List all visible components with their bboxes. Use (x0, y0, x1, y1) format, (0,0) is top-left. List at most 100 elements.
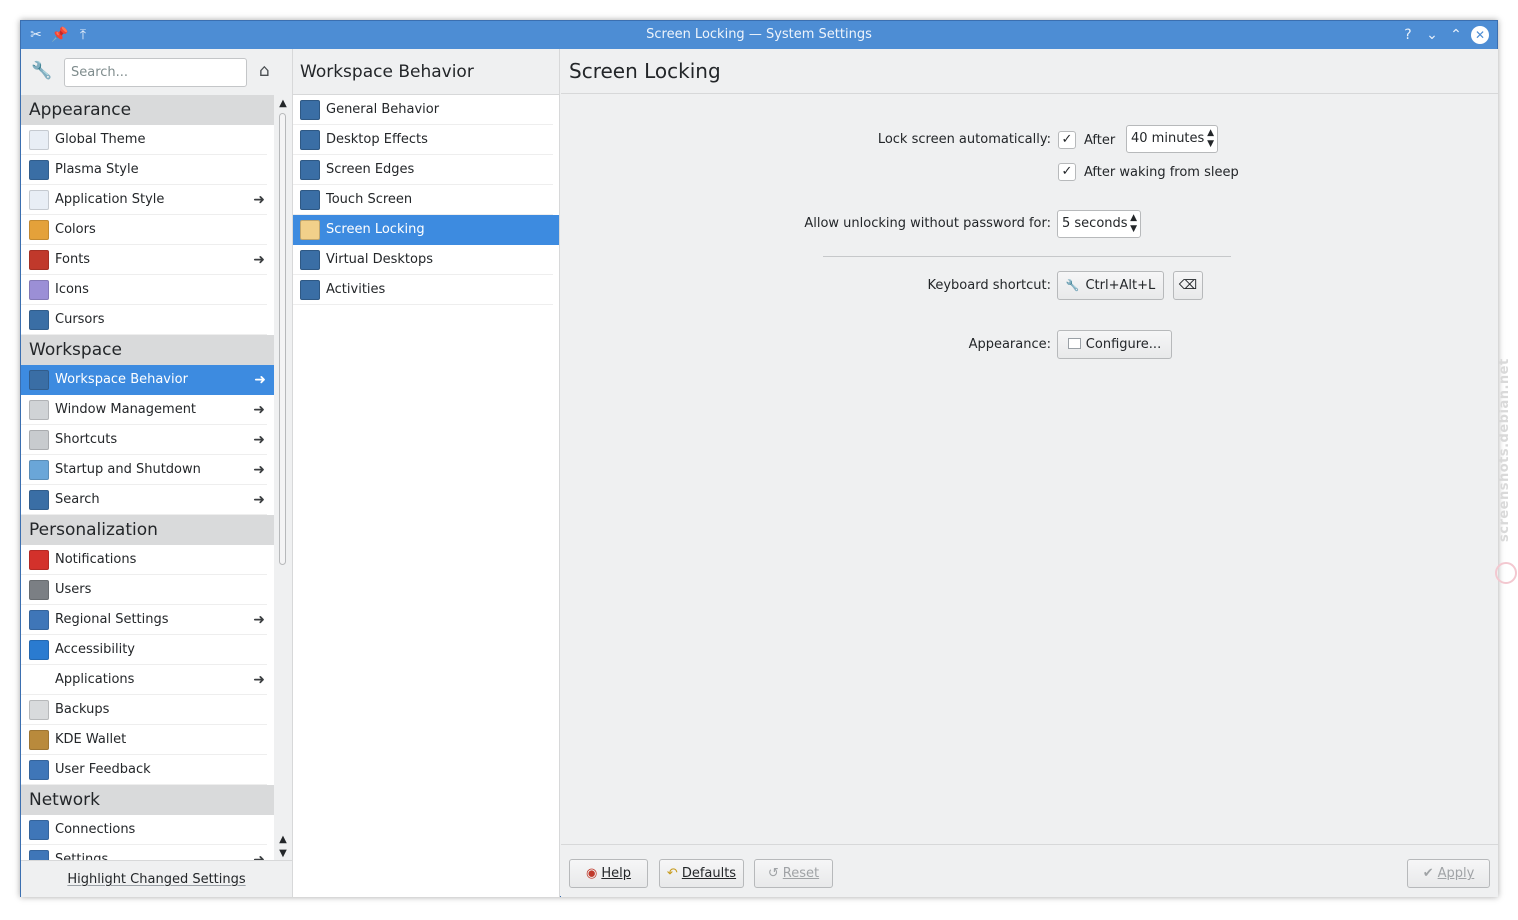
clear-shortcut-button[interactable]: ⌫ (1173, 271, 1203, 300)
home-icon[interactable]: ⌂ (259, 61, 270, 81)
sidebar-item-plasma-style[interactable]: Plasma Style (21, 155, 267, 185)
sidebar-item-label: Window Management (55, 402, 197, 417)
sidebar-item-search[interactable]: Search ➜ (21, 485, 267, 515)
subcategory-item-general-behavior[interactable]: General Behavior (293, 95, 553, 125)
subcategory-item-label: Screen Locking (326, 222, 425, 237)
after-waking-checkbox[interactable]: ✓ (1058, 163, 1076, 181)
scroll-down-icon[interactable]: ▼ (277, 847, 289, 861)
lock-timeout-value: 40 minutes (1131, 131, 1205, 146)
configure-appearance-button[interactable]: Configure... (1057, 330, 1172, 359)
highlight-changed-settings-button[interactable]: Highlight Changed Settings (21, 860, 292, 897)
scroll-up-icon[interactable]: ▲ (277, 97, 289, 111)
subcategory-header: Workspace Behavior (293, 49, 559, 95)
sidebar-item-cursors[interactable]: Cursors (21, 305, 267, 335)
sidebar-item-colors[interactable]: Colors (21, 215, 267, 245)
sidebar-item-global-theme[interactable]: Global Theme (21, 125, 267, 155)
title-bar[interactable]: ✂ 📌 ⤒ Screen Locking — System Settings ?… (21, 21, 1497, 49)
sidebar-item-shortcuts[interactable]: Shortcuts ➜ (21, 425, 267, 455)
subcategory-item-label: Desktop Effects (326, 132, 428, 147)
spin-arrows-icon[interactable]: ▲ ▼ (1207, 128, 1214, 150)
arrow-right-icon: ➜ (253, 252, 265, 268)
sidebar-item-label: Users (55, 582, 92, 597)
sidebar-item-accessibility[interactable]: Accessibility (21, 635, 267, 665)
close-icon[interactable]: ✕ (1471, 26, 1489, 44)
subcategory-item-activities[interactable]: Activities (293, 275, 553, 305)
sidebar-item-notifications[interactable]: Notifications (21, 545, 267, 575)
arrow-right-icon: ➜ (253, 672, 265, 688)
keyboard-shortcut-button[interactable]: 🔧 Ctrl+Alt+L (1057, 271, 1164, 300)
help-button-icon: ◉ (586, 866, 598, 881)
sidebar-item-label: Applications (55, 672, 135, 687)
touch-screen-icon (300, 190, 320, 210)
sidebar-scrollbar[interactable]: ▲ ▲ ▼ (276, 95, 290, 860)
sidebar-item-label: Backups (55, 702, 110, 717)
sidebar-item-users[interactable]: Users (21, 575, 267, 605)
help-icon[interactable]: ? (1399, 26, 1417, 44)
arrow-right-icon: ➜ (253, 462, 265, 478)
sidebar-item-kde-wallet[interactable]: KDE Wallet (21, 725, 267, 755)
subcategory-item-screen-edges[interactable]: Screen Edges (293, 155, 553, 185)
subcategory-item-label: Activities (326, 282, 386, 297)
help-button[interactable]: ◉ Help (569, 859, 648, 888)
fonts-icon (29, 250, 49, 270)
watermark-text: screenshots.debian.net (1497, 358, 1512, 542)
sidebar-item-user-feedback[interactable]: User Feedback (21, 755, 267, 785)
shortcuts-icon (29, 430, 49, 450)
user-feedback-icon (29, 760, 49, 780)
sidebar-item-settings[interactable]: Settings ➜ (21, 845, 267, 860)
keyboard-shortcut-value: Ctrl+Alt+L (1085, 278, 1156, 293)
desktop-effects-icon (300, 130, 320, 150)
subcategory-list: General Behavior Desktop Effects Screen Ed… (293, 95, 559, 305)
lock-timeout-spinbox[interactable]: 40 minutes ▲ ▼ (1126, 125, 1218, 153)
lock-after-checkbox[interactable]: ✓ (1058, 131, 1076, 149)
sidebar-item-regional-settings[interactable]: Regional Settings ➜ (21, 605, 267, 635)
after-waking-label: After waking from sleep (1084, 165, 1239, 180)
sidebar-item-label: Shortcuts (55, 432, 118, 447)
reset-button[interactable]: ↺ Reset (754, 859, 833, 888)
sidebar-item-startup-and-shutdown[interactable]: Startup and Shutdown ➜ (21, 455, 267, 485)
network-settings-icon (29, 850, 49, 860)
search-input[interactable] (64, 58, 247, 87)
defaults-button[interactable]: ↶ Defaults (659, 859, 744, 888)
scroll-up-icon-bottom[interactable]: ▲ (277, 833, 289, 847)
sidebar-item-workspace-behavior[interactable]: Workspace Behavior ➜ (21, 365, 274, 395)
category-header: Workspace (21, 335, 274, 365)
clear-icon: ⌫ (1178, 278, 1198, 293)
maximize-icon[interactable]: ⌃ (1447, 26, 1465, 44)
subcategory-item-screen-locking[interactable]: Screen Locking (293, 215, 559, 245)
apply-button[interactable]: ✔ Apply (1407, 859, 1490, 888)
unlock-grace-spinbox[interactable]: 5 seconds ▲ ▼ (1057, 210, 1141, 238)
subcategory-item-virtual-desktops[interactable]: Virtual Desktops (293, 245, 553, 275)
sidebar-item-application-style[interactable]: Application Style ➜ (21, 185, 267, 215)
minimize-icon[interactable]: ⌄ (1423, 26, 1441, 44)
sidebar-item-backups[interactable]: Backups (21, 695, 267, 725)
sidebar-item-window-management[interactable]: Window Management ➜ (21, 395, 267, 425)
subcategory-item-touch-screen[interactable]: Touch Screen (293, 185, 553, 215)
configure-label: Configure... (1085, 337, 1162, 352)
category-header: Personalization (21, 515, 274, 545)
title-divider (561, 93, 1498, 94)
sidebar-item-fonts[interactable]: Fonts ➜ (21, 245, 267, 275)
sidebar-item-label: KDE Wallet (55, 732, 127, 747)
reset-label: Reset (782, 866, 820, 881)
subcategory-item-label: General Behavior (326, 102, 440, 117)
sidebar-item-applications[interactable]: Applications ➜ (21, 665, 267, 695)
spin-arrows-icon[interactable]: ▲ ▼ (1130, 213, 1137, 235)
sidebar-item-label: Fonts (55, 252, 91, 267)
subcategory-item-label: Screen Edges (326, 162, 415, 177)
sidebar: 🔧 ⌂ AppearanceGlobal ThemePlasma StyleAp… (21, 49, 292, 897)
section-divider (823, 256, 1231, 257)
scroll-thumb[interactable] (279, 113, 286, 565)
regional-settings-icon (29, 610, 49, 630)
subcategory-item-desktop-effects[interactable]: Desktop Effects (293, 125, 553, 155)
sidebar-item-connections[interactable]: Connections (21, 815, 267, 845)
connections-icon (29, 820, 49, 840)
users-icon (29, 580, 49, 600)
plasma-style-icon (29, 160, 49, 180)
application-style-icon (29, 190, 49, 210)
sidebar-item-icons[interactable]: Icons (21, 275, 267, 305)
sidebar-item-label: Global Theme (55, 132, 146, 147)
arrow-right-icon: ➜ (253, 432, 265, 448)
configure-icon[interactable]: 🔧 (31, 61, 52, 81)
watermark-logo-icon (1495, 562, 1517, 584)
